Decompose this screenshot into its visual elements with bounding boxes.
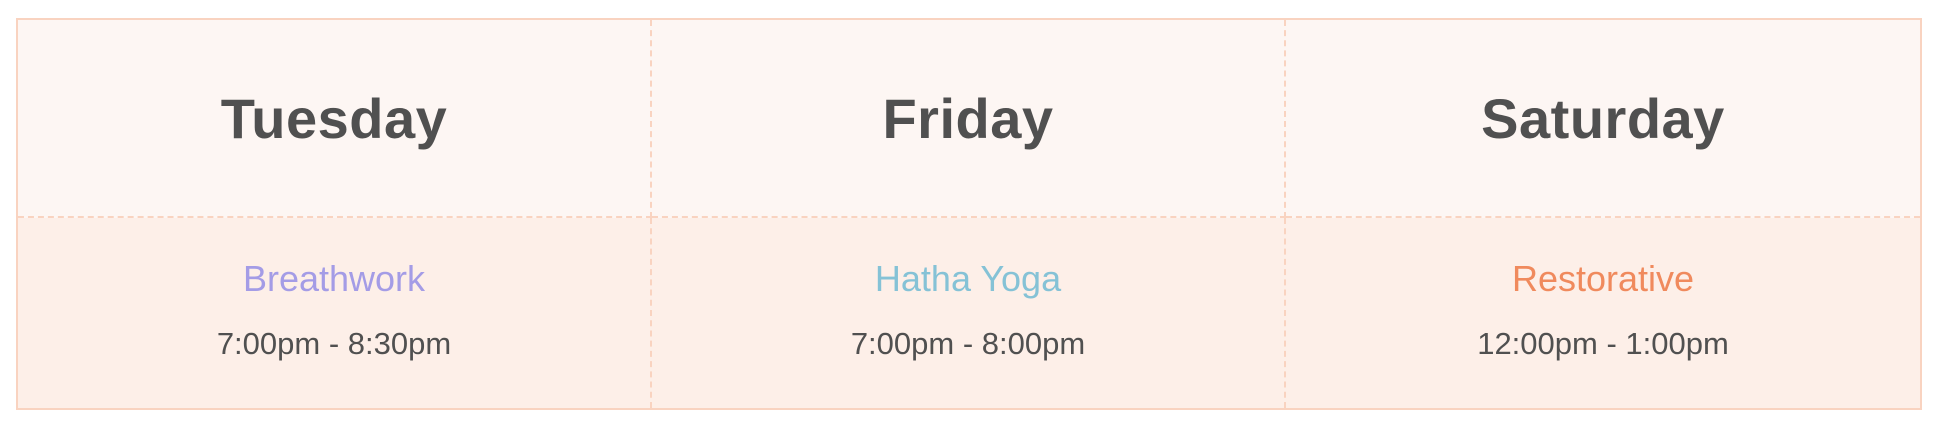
class-name: Breathwork bbox=[242, 258, 426, 299]
class-time: 7:00pm - 8:30pm bbox=[216, 326, 452, 361]
day-name: Saturday bbox=[1481, 86, 1725, 150]
class-cell-saturday: Restorative 12:00pm - 1:00pm bbox=[1286, 218, 1920, 408]
day-header-saturday: Saturday bbox=[1286, 20, 1920, 218]
class-time: 7:00pm - 8:00pm bbox=[850, 326, 1086, 361]
class-schedule-table: Tuesday Friday Saturday Breathwork 7:00p… bbox=[16, 18, 1922, 410]
day-name: Friday bbox=[882, 86, 1054, 150]
day-name: Tuesday bbox=[220, 86, 448, 150]
class-time: 12:00pm - 1:00pm bbox=[1477, 326, 1729, 361]
day-header-tuesday: Tuesday bbox=[18, 20, 652, 218]
class-name: Hatha Yoga bbox=[874, 258, 1062, 299]
class-name: Restorative bbox=[1511, 258, 1695, 299]
class-cell-friday: Hatha Yoga 7:00pm - 8:00pm bbox=[652, 218, 1286, 408]
class-cell-tuesday: Breathwork 7:00pm - 8:30pm bbox=[18, 218, 652, 408]
day-header-friday: Friday bbox=[652, 20, 1286, 218]
